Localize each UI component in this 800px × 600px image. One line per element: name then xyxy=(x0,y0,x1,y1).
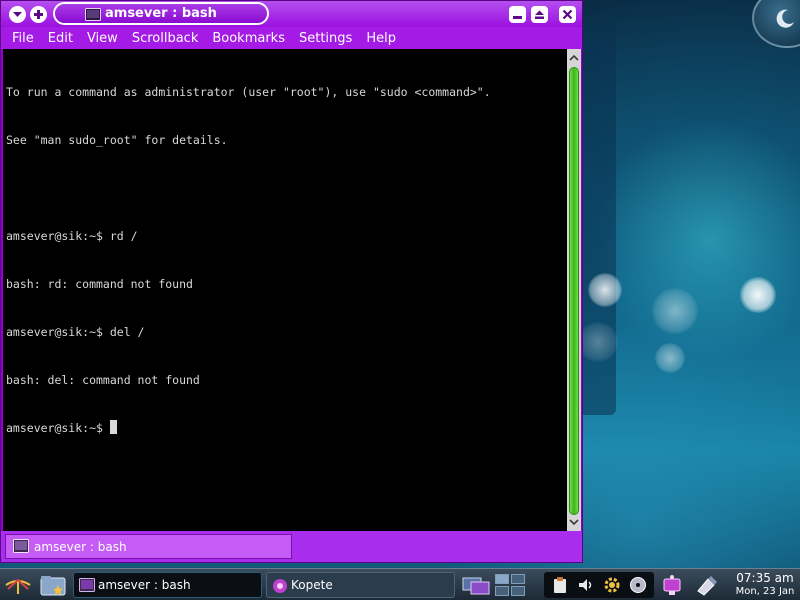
menu-bookmarks[interactable]: Bookmarks xyxy=(212,31,285,46)
taskbar: amsever : bash Kopete 07:35 am Mon, 23 J… xyxy=(0,568,800,600)
window-list-icon xyxy=(462,577,490,595)
window-title-text: amsever : bash xyxy=(105,6,217,21)
network-icon[interactable] xyxy=(660,573,684,597)
maximize-icon xyxy=(535,10,544,19)
system-tray xyxy=(544,572,654,598)
menu-file[interactable]: File xyxy=(12,31,34,46)
pager-desktop-1[interactable] xyxy=(495,574,509,584)
chevron-down-icon xyxy=(13,12,22,17)
bokeh-light xyxy=(655,343,685,373)
kde-menu-icon xyxy=(5,578,31,594)
minimize-icon xyxy=(513,16,522,19)
window-title: amsever : bash xyxy=(53,2,269,25)
bokeh-light xyxy=(652,288,698,334)
taskbar-task-kopete[interactable]: Kopete xyxy=(266,572,455,598)
scroll-down-button[interactable] xyxy=(567,515,581,529)
menu-help[interactable]: Help xyxy=(366,31,396,46)
usb-drive-icon[interactable] xyxy=(694,573,718,597)
volume-icon[interactable] xyxy=(576,575,596,595)
clipboard-icon[interactable] xyxy=(550,575,570,595)
taskbar-task-label: amsever : bash xyxy=(98,578,191,592)
clock-date: Mon, 23 Jan xyxy=(735,586,795,597)
desktop-corner-widget[interactable] xyxy=(752,0,800,48)
menu-settings[interactable]: Settings xyxy=(299,31,352,46)
terminal-line: bash: rd: command not found xyxy=(6,277,193,291)
session-tab[interactable]: amsever : bash xyxy=(5,534,292,559)
terminal-icon xyxy=(13,539,29,553)
taskbar-task-label: Kopete xyxy=(291,578,333,592)
text-cursor xyxy=(109,420,117,434)
plus-icon xyxy=(34,10,43,19)
session-tab-label: amsever : bash xyxy=(34,539,127,554)
menu-bar: File Edit View Scrollback Bookmarks Sett… xyxy=(1,27,582,49)
clock[interactable]: 07:35 am Mon, 23 Jan xyxy=(730,571,800,599)
pager-desktop-2[interactable] xyxy=(511,574,525,584)
terminal-icon xyxy=(79,578,95,592)
clock-time: 07:35 am xyxy=(736,571,794,585)
pager-desktop-4[interactable] xyxy=(511,586,525,596)
minimize-button[interactable] xyxy=(509,6,526,23)
menu-edit[interactable]: Edit xyxy=(48,31,73,46)
taskbar-task-bash[interactable]: amsever : bash xyxy=(73,572,262,598)
terminal-prompt-line: amsever@sik:~$ xyxy=(6,420,567,436)
terminal-output[interactable]: To run a command as administrator (user … xyxy=(3,49,567,531)
konsole-window[interactable]: amsever : bash File Edit View Scrollback… xyxy=(0,0,583,563)
kopete-icon xyxy=(273,579,287,593)
menu-scrollback[interactable]: Scrollback xyxy=(132,31,199,46)
pager-desktop-3[interactable] xyxy=(495,586,509,596)
sticky-button[interactable] xyxy=(30,6,47,23)
scrollbar-thumb[interactable] xyxy=(569,67,579,515)
disc-icon[interactable] xyxy=(628,575,648,595)
terminal-line: bash: del: command not found xyxy=(6,373,200,387)
terminal-icon xyxy=(85,8,101,21)
kmenu-button[interactable] xyxy=(2,571,34,599)
menu-view[interactable]: View xyxy=(87,31,118,46)
maximize-button[interactable] xyxy=(531,6,548,23)
desktop-pager[interactable] xyxy=(462,571,538,599)
terminal-line: amsever@sik:~$ rd / xyxy=(6,229,138,243)
terminal-line: To run a command as administrator (user … xyxy=(6,85,491,99)
show-desktop-button[interactable] xyxy=(37,571,69,599)
chevron-down-icon xyxy=(569,519,579,526)
chevron-up-icon xyxy=(569,54,579,61)
moon-icon xyxy=(776,9,794,28)
terminal-line: See "man sudo_root" for details. xyxy=(6,133,228,147)
folder-star-icon xyxy=(40,576,66,596)
bokeh-light xyxy=(740,277,776,313)
gear-icon[interactable] xyxy=(602,575,622,595)
terminal-line: amsever@sik:~$ del / xyxy=(6,325,145,339)
window-titlebar[interactable]: amsever : bash xyxy=(1,1,582,27)
bokeh-light xyxy=(578,322,618,362)
close-button[interactable] xyxy=(559,6,576,23)
terminal-prompt: amsever@sik:~$ xyxy=(6,421,110,435)
extra-tray-icons xyxy=(660,572,728,598)
window-menu-button[interactable] xyxy=(9,6,26,23)
scroll-up-button[interactable] xyxy=(567,51,581,65)
pager-desktops[interactable] xyxy=(495,574,525,596)
vertical-scrollbar[interactable] xyxy=(567,49,581,531)
bokeh-light xyxy=(588,273,622,307)
session-tab-bar: amsever : bash xyxy=(1,531,582,562)
close-icon xyxy=(562,9,573,20)
